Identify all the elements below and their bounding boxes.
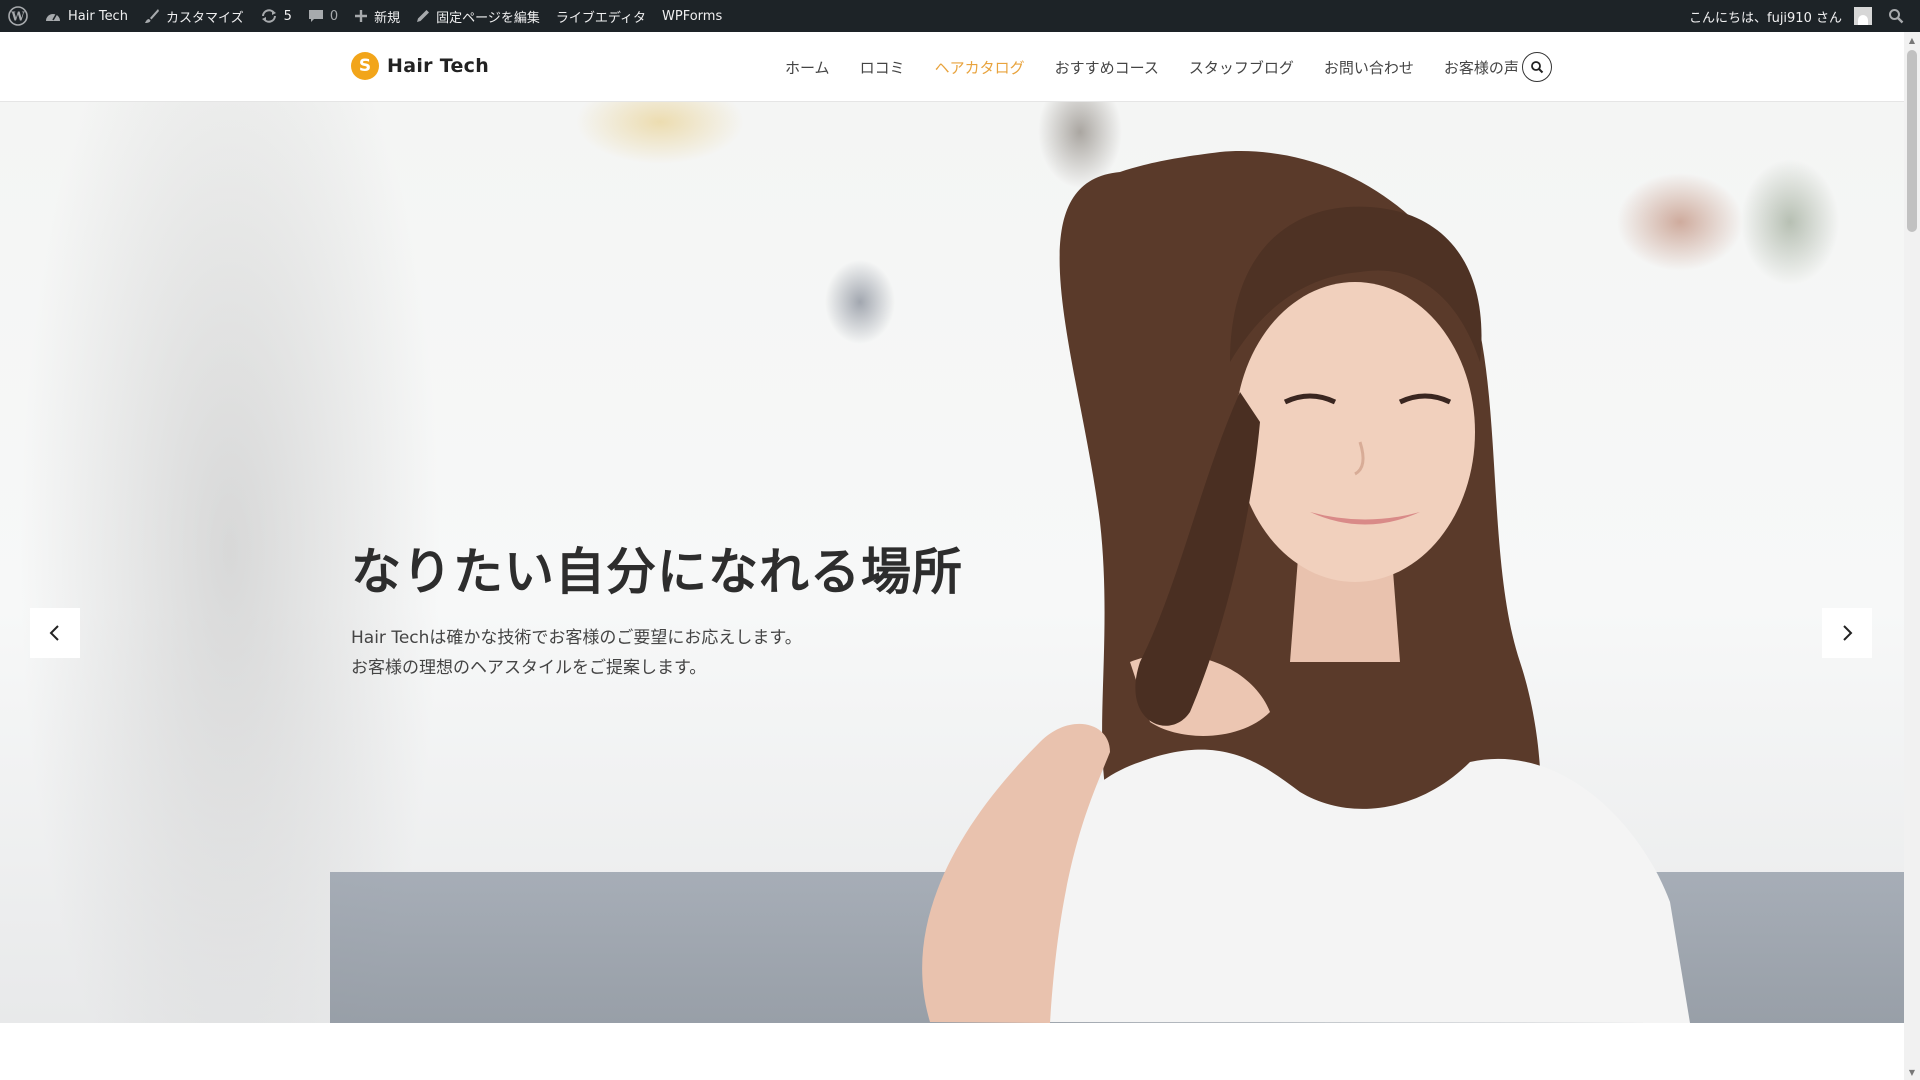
wp-admin-bar: W Hair Tech カスタマイズ 5 0 新規 固定ページを編集 ライブエデ… <box>0 0 1920 32</box>
nav-item-reviews[interactable]: ロコミ <box>845 57 920 78</box>
hero-description: Hair Techは確かな技術でお客様のご要望にお応えします。 お客様の理想のヘ… <box>351 624 1051 684</box>
admin-bar-site-name: Hair Tech <box>68 8 128 24</box>
brush-icon <box>144 8 160 24</box>
admin-bar-comments-count: 0 <box>329 8 339 24</box>
nav-item-staff-blog[interactable]: スタッフブログ <box>1174 57 1309 78</box>
nav-item-recommended-courses[interactable]: おすすめコース <box>1040 57 1174 78</box>
plus-icon <box>354 9 368 23</box>
main-navigation: ホーム ロコミ ヘアカタログ おすすめコース スタッフブログ お問い合わせ お客… <box>770 32 1534 102</box>
nav-item-contact[interactable]: お問い合わせ <box>1309 57 1429 78</box>
scroll-down-arrow-icon[interactable]: ▼ <box>1904 1064 1920 1080</box>
hero-description-line-2: お客様の理想のヘアスタイルをご提案します。 <box>351 657 707 678</box>
wordpress-icon: W <box>8 6 28 26</box>
search-icon <box>1530 60 1544 74</box>
admin-bar-right: こんにちは、fuji910 さん <box>1681 0 1920 32</box>
site-header: S Hair Tech ホーム ロコミ ヘアカタログ おすすめコース スタッフブ… <box>0 32 1904 102</box>
slider-prev-button[interactable] <box>30 608 80 658</box>
admin-bar-wpforms[interactable]: WPForms <box>654 0 730 32</box>
chevron-right-icon <box>1840 623 1854 643</box>
wordpress-logo-button[interactable]: W <box>0 0 36 32</box>
dashboard-icon <box>44 8 62 24</box>
scrollbar-thumb[interactable] <box>1907 50 1917 232</box>
page-scrollbar[interactable]: ▲ ▼ <box>1904 32 1920 1080</box>
admin-bar-live-editor[interactable]: ライブエディタ <box>548 0 654 32</box>
hero-title: なりたい自分になれる場所 <box>351 543 963 601</box>
slider-next-button[interactable] <box>1822 608 1872 658</box>
update-icon <box>260 8 278 24</box>
logo-text: Hair Tech <box>387 55 490 77</box>
nav-item-home[interactable]: ホーム <box>770 57 845 78</box>
admin-bar-customize-label: カスタマイズ <box>165 10 244 26</box>
hero-slider: なりたい自分になれる場所 Hair Techは確かな技術でお客様のご要望にお応え… <box>0 102 1904 1023</box>
header-search-button[interactable] <box>1522 52 1552 82</box>
hero-copy: なりたい自分になれる場所 Hair Techは確かな技術でお客様のご要望にお応え… <box>351 542 1051 684</box>
admin-bar-live-editor-label: ライブエディタ <box>555 10 646 26</box>
svg-text:W: W <box>10 10 25 24</box>
scroll-up-arrow-icon[interactable]: ▲ <box>1904 32 1920 48</box>
admin-bar-updates-count: 5 <box>283 8 292 24</box>
site-logo[interactable]: S Hair Tech <box>351 52 489 80</box>
admin-bar-wpforms-label: WPForms <box>662 8 723 24</box>
hero-description-line-1: Hair Techは確かな技術でお客様のご要望にお応えします。 <box>351 628 802 648</box>
admin-bar-site-link[interactable]: Hair Tech <box>36 0 136 32</box>
admin-bar-new-label: 新規 <box>374 10 401 26</box>
search-icon <box>1888 8 1904 24</box>
admin-bar-search[interactable] <box>1880 0 1912 32</box>
pencil-icon <box>416 9 430 23</box>
avatar <box>1854 7 1872 25</box>
comment-icon <box>308 8 324 24</box>
admin-bar-customize[interactable]: カスタマイズ <box>136 0 252 32</box>
logo-mark-icon: S <box>351 52 379 80</box>
admin-bar-updates[interactable]: 5 <box>252 0 300 32</box>
admin-bar-edit-page-label: 固定ページを編集 <box>436 10 540 26</box>
admin-bar-left: W Hair Tech カスタマイズ 5 0 新規 固定ページを編集 ライブエデ… <box>0 0 730 32</box>
admin-bar-greeting: こんにちは、fuji910 さん <box>1689 10 1842 26</box>
admin-bar-new[interactable]: 新規 <box>346 0 408 32</box>
chevron-left-icon <box>48 623 62 643</box>
admin-bar-account[interactable]: こんにちは、fuji910 さん <box>1681 0 1880 32</box>
admin-bar-comments[interactable]: 0 <box>300 0 346 32</box>
nav-item-hair-catalog[interactable]: ヘアカタログ <box>920 57 1040 78</box>
admin-bar-edit-page[interactable]: 固定ページを編集 <box>408 0 548 32</box>
nav-item-customer-voices[interactable]: お客様の声 <box>1429 57 1534 78</box>
